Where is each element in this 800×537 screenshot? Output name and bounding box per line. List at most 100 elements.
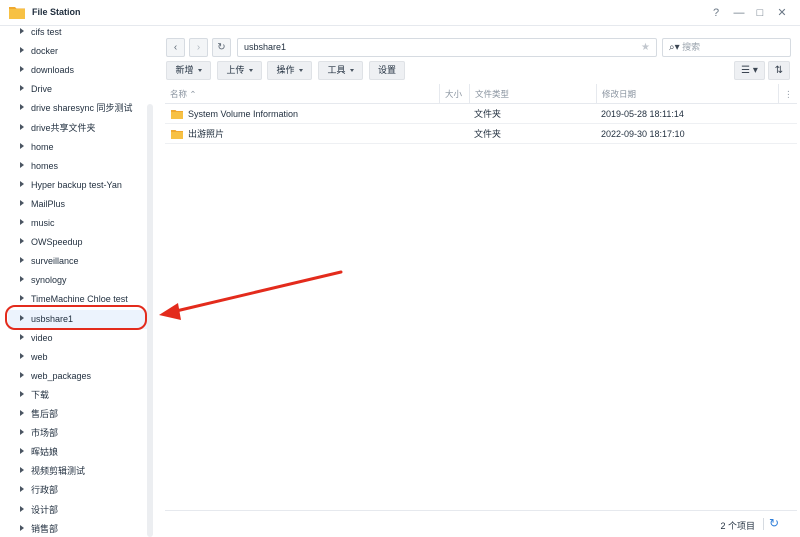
expand-arrow-icon[interactable] xyxy=(20,180,24,187)
sidebar-item[interactable]: 售后部 xyxy=(20,405,58,424)
expand-arrow-icon[interactable] xyxy=(20,524,24,531)
sidebar-item[interactable]: 设计部 xyxy=(20,501,58,520)
action-button[interactable]: 操作 xyxy=(267,61,312,80)
expand-arrow-icon[interactable] xyxy=(20,199,24,206)
sidebar-item[interactable]: homes xyxy=(20,157,58,176)
sidebar-item[interactable]: cifs test xyxy=(20,26,62,42)
sidebar-item-label: web xyxy=(31,351,48,362)
sidebar-item[interactable]: surveillance xyxy=(20,252,79,271)
expand-arrow-icon[interactable] xyxy=(20,161,24,168)
sidebar-item-label: 行政部 xyxy=(31,485,59,496)
sidebar-item[interactable]: Drive xyxy=(20,80,52,99)
new-button[interactable]: 新增 xyxy=(166,61,211,80)
expand-arrow-icon[interactable] xyxy=(20,467,24,474)
table-row[interactable]: 出游照片 文件夹 2022-09-30 18:17:10 xyxy=(165,125,797,144)
sidebar-item[interactable]: 下载 xyxy=(20,386,49,405)
sidebar-item-label: surveillance xyxy=(31,256,79,267)
sidebar-item[interactable]: downloads xyxy=(20,61,74,80)
sidebar-item[interactable]: MailPlus xyxy=(20,195,65,214)
sidebar-item[interactable]: web_packages xyxy=(20,367,91,386)
sort-button[interactable]: ⇅ xyxy=(768,61,790,80)
tools-button[interactable]: 工具 xyxy=(318,61,363,80)
window-title: File Station xyxy=(32,7,81,17)
expand-arrow-icon[interactable] xyxy=(20,47,24,54)
expand-arrow-icon[interactable] xyxy=(20,333,24,340)
sidebar-item[interactable]: docker xyxy=(20,42,58,61)
column-type[interactable]: 文件类型 xyxy=(469,84,596,104)
caret-down-icon xyxy=(197,69,202,72)
expand-arrow-icon[interactable] xyxy=(20,219,24,225)
expand-arrow-icon[interactable] xyxy=(20,429,24,436)
expand-arrow-icon[interactable] xyxy=(20,85,24,92)
sidebar-item-label: 视频剪辑测试 xyxy=(31,466,86,477)
annotation-circle xyxy=(5,305,147,330)
expand-arrow-icon[interactable] xyxy=(20,28,24,34)
expand-arrow-icon[interactable] xyxy=(20,390,24,397)
star-icon[interactable]: ★ xyxy=(641,39,650,56)
expand-arrow-icon[interactable] xyxy=(20,66,24,73)
column-options-icon[interactable]: ⋮ xyxy=(778,84,797,104)
sidebar-item-label: homes xyxy=(31,160,59,171)
expand-arrow-icon[interactable] xyxy=(20,142,24,149)
table-row[interactable]: System Volume Information 文件夹 2019-05-28 1… xyxy=(165,105,797,124)
sidebar-item[interactable]: video xyxy=(20,329,53,348)
search-icon: ⌕▾ xyxy=(669,42,680,53)
back-button[interactable]: ‹ xyxy=(166,38,185,57)
sidebar-item[interactable]: 市场部 xyxy=(20,424,58,443)
expand-arrow-icon[interactable] xyxy=(20,410,24,416)
minimize-icon[interactable]: — xyxy=(731,5,747,21)
close-icon[interactable]: ✕ xyxy=(774,5,790,21)
sidebar-item[interactable]: drive共享文件夹 xyxy=(20,119,96,138)
sidebar-item[interactable]: music xyxy=(20,214,55,233)
expand-arrow-icon[interactable] xyxy=(20,448,24,455)
search-input[interactable]: ⌕▾ 搜索 xyxy=(662,38,791,57)
refresh-icon[interactable]: ↻ xyxy=(769,516,779,530)
sidebar-item-label: drive共享文件夹 xyxy=(31,122,96,133)
path-bar[interactable]: usbshare1 ★ xyxy=(237,38,657,57)
sidebar-item[interactable]: 销售部 xyxy=(20,520,58,537)
column-size[interactable]: 大小 xyxy=(439,84,469,104)
expand-arrow-icon[interactable] xyxy=(20,276,24,283)
sidebar-item[interactable]: home xyxy=(20,138,54,157)
sidebar-item-label: 下载 xyxy=(31,389,50,400)
settings-button[interactable]: 设置 xyxy=(369,61,405,80)
expand-arrow-icon[interactable] xyxy=(20,295,24,302)
sidebar-item[interactable]: drive sharesync 同步测试 xyxy=(20,99,133,118)
sidebar-item-label: 市场部 xyxy=(31,428,59,439)
maximize-icon[interactable]: □ xyxy=(752,5,768,21)
sidebar-item-label: 售后部 xyxy=(31,409,59,419)
sidebar-scrollbar[interactable] xyxy=(147,104,153,537)
sidebar-item-label: 销售部 xyxy=(31,523,59,534)
sidebar-item-label: web_packages xyxy=(31,370,92,381)
sidebar-item[interactable]: 行政部 xyxy=(20,481,58,500)
expand-arrow-icon[interactable] xyxy=(20,238,24,245)
column-name[interactable]: 名称 ⌃ xyxy=(165,84,439,104)
forward-button[interactable]: › xyxy=(189,38,208,57)
expand-arrow-icon[interactable] xyxy=(20,505,24,512)
expand-arrow-icon[interactable] xyxy=(20,352,24,359)
file-type: 文件夹 xyxy=(474,109,502,119)
expand-arrow-icon[interactable] xyxy=(20,104,24,111)
sidebar-item[interactable]: 视频剪辑测试 xyxy=(20,462,85,481)
sidebar-item-label: OWSpeedup xyxy=(31,237,83,248)
expand-arrow-icon[interactable] xyxy=(20,486,24,493)
sidebar-item[interactable]: 晖姑娘 xyxy=(20,443,58,462)
sidebar-item-label: docker xyxy=(31,46,59,57)
column-modified[interactable]: 修改日期 xyxy=(596,84,778,104)
refresh-button[interactable]: ↻ xyxy=(212,38,231,57)
upload-button[interactable]: 上传 xyxy=(217,61,262,80)
sidebar-item[interactable]: OWSpeedup xyxy=(20,233,83,252)
help-icon[interactable]: ? xyxy=(708,5,724,21)
caret-down-icon xyxy=(248,69,253,72)
sidebar-item-label: video xyxy=(31,332,53,343)
folder-icon xyxy=(171,130,183,139)
expand-arrow-icon[interactable] xyxy=(20,257,24,264)
sidebar-item[interactable]: Hyper backup test-Yan xyxy=(20,176,122,195)
expand-arrow-icon[interactable] xyxy=(20,371,24,378)
tools-label: 工具 xyxy=(327,65,346,75)
expand-arrow-icon[interactable] xyxy=(20,123,24,130)
sidebar-item[interactable]: web xyxy=(20,348,48,367)
sidebar-item[interactable]: synology xyxy=(20,271,67,290)
view-mode-button[interactable]: ☰ ▾ xyxy=(734,61,765,80)
list-view-icon: ☰ ▾ xyxy=(741,65,758,76)
